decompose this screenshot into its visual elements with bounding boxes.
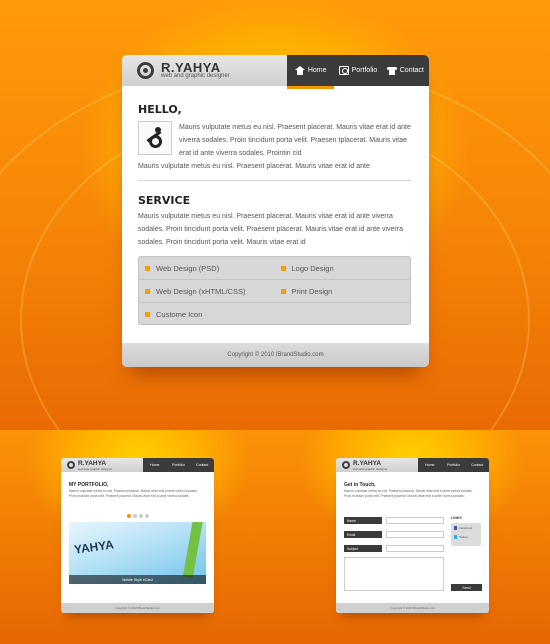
logo-icon (67, 461, 75, 469)
twitter-link[interactable]: Twitter (451, 532, 481, 541)
mini-header: R.YAHYA web and graphic designer Home Po… (336, 458, 489, 472)
mini-footer: Copyright © 2010 IBrandStudio.com (61, 603, 214, 613)
slider-dot[interactable] (145, 514, 149, 518)
service-list: Web Design (PSD) Logo Design Web Design … (138, 256, 411, 325)
nav-home[interactable]: Home (287, 55, 335, 89)
portfolio-slide: YAHYA Mobile Style eCard (69, 522, 206, 584)
logo-icon (342, 461, 350, 469)
service-item: Print Design (275, 287, 411, 296)
bullet-icon (145, 288, 150, 294)
facebook-link[interactable]: Facebook (451, 523, 481, 532)
nav-portfolio-label: Portfolio (351, 67, 378, 74)
subject-field[interactable] (386, 545, 444, 552)
main-page-card: R.YAHYA web and graphic designer Home Po… (122, 55, 429, 367)
mini-contact-heading: Get in Touch, (344, 482, 376, 488)
facebook-icon (454, 525, 457, 530)
email-label: Email (344, 531, 382, 538)
mini-footer: Copyright © 2010 IBrandStudio.com (336, 603, 489, 613)
service-item-label: Web Design (PSD) (156, 263, 220, 273)
mini-nav-home: Home (425, 463, 435, 467)
contact-page-thumbnail[interactable]: R.YAHYA web and graphic designer Home Po… (336, 458, 489, 613)
service-row: Web Design (PSD) Logo Design (139, 257, 410, 280)
bullet-icon (145, 265, 150, 271)
service-item-label: Custome Icon (156, 310, 203, 319)
twitter-icon (454, 534, 457, 539)
slider-dots (127, 514, 149, 518)
service-item: Web Design (xHTML/CSS) (139, 287, 275, 296)
name-label: Name (344, 517, 382, 524)
bullet-icon (145, 312, 150, 317)
nav-contact[interactable]: Contact (382, 55, 429, 86)
twitter-label: Twitter (459, 534, 468, 539)
service-item: Logo Design (275, 264, 411, 273)
service-row: Custome Icon (139, 303, 410, 326)
slider-dot[interactable] (133, 514, 137, 518)
mini-nav: Home Portfolio Contact (418, 458, 489, 472)
nav-portfolio[interactable]: Portfolio (334, 55, 381, 86)
mini-nav-home: Home (150, 463, 160, 467)
mini-portfolio-paragraph: Mauris vulputate metus eu nisl. Praesent… (69, 489, 198, 498)
bullet-icon (280, 288, 286, 294)
name-field[interactable] (386, 517, 444, 524)
logo-icon[interactable] (137, 62, 154, 79)
service-row: Web Design (xHTML/CSS) Print Design (139, 280, 410, 303)
slide-caption: Mobile Style eCard (69, 575, 206, 584)
mini-brand-name: R.YAHYA (353, 460, 382, 467)
links-heading: LINKS (451, 516, 462, 520)
avatar-logo-ring (149, 135, 162, 148)
slider-dot[interactable] (127, 514, 131, 518)
mini-header: R.YAHYA web and graphic designer Home Po… (61, 458, 214, 472)
portfolio-page-thumbnail[interactable]: R.YAHYA web and graphic designer Home Po… (61, 458, 214, 613)
mini-nav: Home Portfolio Contact (143, 458, 214, 472)
portfolio-icon (338, 66, 349, 75)
nav-contact-label: Contact (399, 67, 424, 74)
message-textarea[interactable] (344, 557, 444, 591)
section-divider (138, 180, 411, 181)
slider-dot[interactable] (139, 514, 143, 518)
copyright-text: Copyright © 2010 IBrandStudio.com (227, 352, 324, 358)
mini-brand-tagline: web and graphic designer (353, 467, 388, 471)
mini-nav-contact: Contact (196, 463, 209, 467)
mini-brand-name: R.YAHYA (78, 460, 107, 467)
main-content: HELLO, Mauris vulputate metus eu nisl. P… (138, 103, 411, 325)
mini-copyright: Copyright © 2010 IBrandStudio.com (115, 606, 160, 610)
mini-brand-tagline: web and graphic designer (78, 467, 113, 471)
bullet-icon (280, 265, 286, 271)
mini-contact-paragraph: Mauris vulputate metus eu nisl. Praesent… (344, 489, 473, 498)
slide-brand: YAHYA (73, 537, 115, 557)
service-item-label: Print Design (291, 286, 333, 296)
site-header: R.YAHYA web and graphic designer Home Po… (122, 55, 429, 89)
subject-label: Subject (344, 545, 382, 552)
slide-ribbon (182, 522, 204, 579)
mini-nav-portfolio: Portfolio (172, 463, 185, 467)
avatar (138, 121, 172, 155)
service-paragraph: Mauris vulputate metus eu nisl. Praesent… (138, 213, 403, 246)
service-item: Custome Icon (139, 310, 276, 319)
service-item: Web Design (PSD) (139, 264, 275, 273)
home-icon (294, 66, 305, 75)
mini-nav-contact: Contact (471, 463, 484, 467)
hello-heading: HELLO, (138, 103, 182, 116)
email-field[interactable] (386, 531, 444, 538)
facebook-label: Facebook (459, 525, 473, 530)
service-item-label: Logo Design (291, 263, 334, 273)
nav-home-label: Home (307, 67, 327, 74)
mini-portfolio-heading: MY PORTFOLIO, (69, 482, 109, 488)
links-box: Facebook Twitter (451, 523, 481, 546)
mini-nav-portfolio: Portfolio (447, 463, 460, 467)
site-footer: Copyright © 2010 IBrandStudio.com (122, 343, 429, 367)
service-item-label: Web Design (xHTML/CSS) (156, 286, 246, 296)
mini-copyright: Copyright © 2010 IBrandStudio.com (390, 606, 435, 610)
brand-tagline: web and graphic designer (161, 73, 230, 79)
main-nav: Home Portfolio Contact (287, 55, 429, 89)
send-button[interactable]: Send (451, 584, 482, 591)
phone-icon (386, 66, 397, 75)
service-heading: SERVICE (138, 194, 191, 207)
